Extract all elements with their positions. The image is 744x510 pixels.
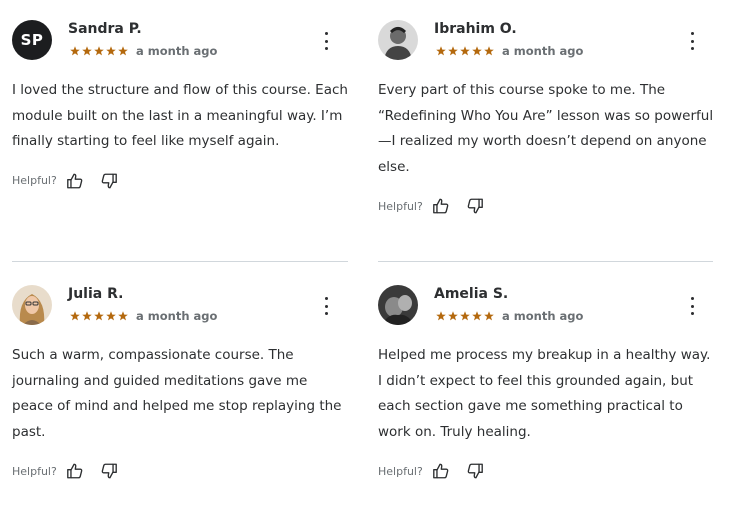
- review-header: Amelia S. a month ago: [378, 283, 714, 331]
- helpful-label: Helpful?: [378, 199, 423, 213]
- star-icon: [472, 46, 482, 56]
- avatar: [378, 285, 418, 325]
- star-icon: [118, 311, 128, 321]
- reviewer-name: Amelia S.: [434, 286, 509, 302]
- star-icon: [94, 311, 104, 321]
- review-text: Helped me process my breakup in a health…: [378, 347, 711, 440]
- review-header: SP Sandra P. a month ago: [12, 18, 348, 66]
- star-rating: [436, 311, 494, 321]
- star-icon: [448, 311, 458, 321]
- review-header: Ibrahim O. a month ago: [378, 18, 714, 66]
- star-icon: [70, 46, 80, 56]
- star-icon: [448, 46, 458, 56]
- star-rating: [436, 46, 494, 56]
- review-time: a month ago: [502, 44, 584, 58]
- star-icon: [118, 46, 128, 56]
- more-options-icon[interactable]: [684, 297, 700, 315]
- star-rating: [70, 311, 128, 321]
- avatar: SP: [12, 20, 52, 60]
- review-header: Julia R. a month ago: [12, 283, 348, 331]
- helpful-label: Helpful?: [378, 464, 423, 478]
- star-icon: [82, 46, 92, 56]
- helpful-row: Helpful?: [12, 461, 348, 481]
- divider: [378, 261, 713, 262]
- star-icon: [106, 311, 116, 321]
- star-icon: [106, 46, 116, 56]
- review-time: a month ago: [502, 309, 584, 323]
- helpful-row: Helpful?: [378, 461, 714, 481]
- star-icon: [484, 311, 494, 321]
- reviewer-name: Ibrahim O.: [434, 21, 517, 37]
- star-rating: [70, 46, 128, 56]
- star-icon: [82, 311, 92, 321]
- star-icon: [70, 311, 80, 321]
- helpful-row: Helpful?: [378, 196, 714, 216]
- review-time: a month ago: [136, 309, 218, 323]
- reviewer-name: Julia R.: [68, 286, 124, 302]
- thumbs-down-icon[interactable]: [465, 461, 485, 481]
- review-card: Ibrahim O. a month ago Every part of thi…: [378, 18, 714, 216]
- more-options-icon[interactable]: [318, 32, 334, 50]
- review-card: Amelia S. a month ago Helped me process …: [378, 283, 714, 481]
- star-icon: [472, 311, 482, 321]
- helpful-label: Helpful?: [12, 174, 57, 188]
- thumbs-up-icon[interactable]: [65, 461, 85, 481]
- review-text: I loved the structure and flow of this c…: [12, 82, 348, 150]
- reviews-grid: SP Sandra P. a month ago I loved the str…: [0, 0, 744, 510]
- star-icon: [436, 311, 446, 321]
- rating-row: a month ago: [70, 44, 217, 58]
- helpful-row: Helpful?: [12, 171, 348, 191]
- rating-row: a month ago: [70, 309, 217, 323]
- avatar: [12, 285, 52, 325]
- rating-row: a month ago: [436, 309, 583, 323]
- star-icon: [94, 46, 104, 56]
- review-card: Julia R. a month ago Such a warm, compas…: [12, 283, 348, 481]
- divider: [12, 261, 348, 262]
- star-icon: [484, 46, 494, 56]
- thumbs-up-icon[interactable]: [65, 171, 85, 191]
- thumbs-down-icon[interactable]: [99, 171, 119, 191]
- review-text: Such a warm, compassionate course. The j…: [12, 347, 342, 440]
- thumbs-up-icon[interactable]: [431, 461, 451, 481]
- thumbs-down-icon[interactable]: [99, 461, 119, 481]
- star-icon: [460, 311, 470, 321]
- star-icon: [436, 46, 446, 56]
- more-options-icon[interactable]: [318, 297, 334, 315]
- avatar: [378, 20, 418, 60]
- review-text: Every part of this course spoke to me. T…: [378, 82, 714, 175]
- review-time: a month ago: [136, 44, 218, 58]
- star-icon: [460, 46, 470, 56]
- rating-row: a month ago: [436, 44, 583, 58]
- reviewer-name: Sandra P.: [68, 21, 142, 37]
- thumbs-up-icon[interactable]: [431, 196, 451, 216]
- review-card: SP Sandra P. a month ago I loved the str…: [12, 18, 348, 191]
- thumbs-down-icon[interactable]: [465, 196, 485, 216]
- helpful-label: Helpful?: [12, 464, 57, 478]
- more-options-icon[interactable]: [684, 32, 700, 50]
